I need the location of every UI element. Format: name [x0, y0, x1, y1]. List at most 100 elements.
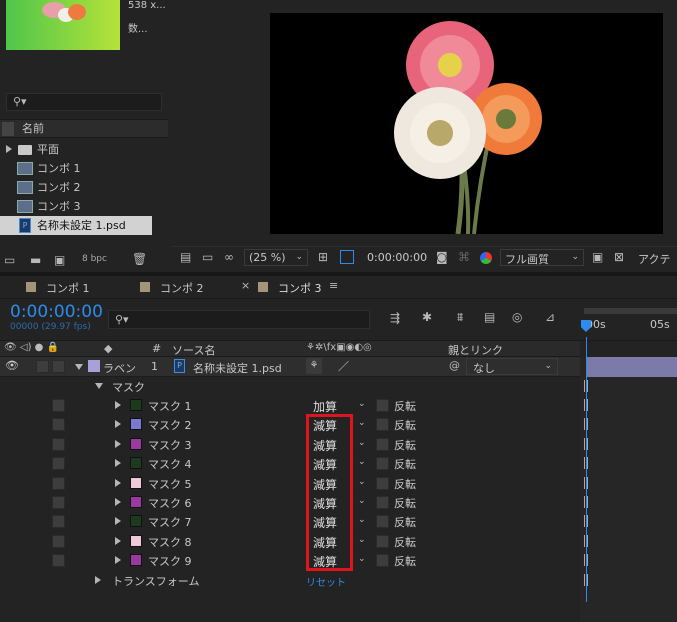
- quality-switch-icon[interactable]: ／: [338, 358, 349, 374]
- column-name[interactable]: 名前: [22, 119, 44, 138]
- column-parent-link[interactable]: 親とリンク: [448, 342, 503, 358]
- mask-lock-switch[interactable]: [52, 457, 65, 471]
- mask-name[interactable]: マスク 2: [148, 417, 192, 433]
- reset-link[interactable]: リセット: [306, 574, 346, 589]
- zoom-dropdown[interactable]: (25 %) ⌄: [244, 249, 308, 266]
- expand-icon[interactable]: [115, 536, 121, 545]
- mask-row[interactable]: マスク 4 減算 ⌄ 反転: [0, 454, 580, 473]
- preview-icon[interactable]: ▤: [180, 250, 191, 264]
- layer-duration-bar[interactable]: [586, 357, 677, 377]
- mask-lock-switch[interactable]: [52, 476, 65, 490]
- expand-icon[interactable]: [115, 439, 121, 448]
- column-source-name[interactable]: ソース名: [172, 342, 215, 358]
- mask-lock-switch[interactable]: [52, 554, 65, 568]
- monitor-icon[interactable]: ▭: [202, 250, 213, 264]
- mask-name[interactable]: マスク 1: [148, 398, 192, 414]
- mask-lock-switch[interactable]: [52, 437, 65, 451]
- mask-lock-switch[interactable]: [52, 496, 65, 509]
- mask-row[interactable]: マスク 2 減算 ⌄ 反転: [0, 415, 580, 434]
- graph-editor-icon[interactable]: ⊿: [545, 310, 555, 324]
- invert-checkbox[interactable]: [376, 534, 389, 548]
- mask-row[interactable]: マスク 9 減算 ⌄ 反転: [0, 551, 580, 570]
- project-item-comp2[interactable]: コンボ 2: [0, 178, 152, 197]
- mask-name[interactable]: マスク 6: [148, 495, 192, 511]
- mask-mode-dropdown[interactable]: 加算 ⌄: [308, 396, 370, 414]
- mask-color-swatch[interactable]: [130, 554, 142, 567]
- layer-name[interactable]: 名称未設定 1.psd: [193, 360, 282, 376]
- mask-color-swatch[interactable]: [130, 399, 142, 411]
- shy-layers-icon[interactable]: ⩩: [457, 310, 463, 325]
- layer-row[interactable]: 👁 ラベン 1 P 名称未設定 1.psd ⚘ ／ @ なし ⌄: [0, 357, 580, 377]
- mask-row[interactable]: マスク 3 減算 ⌄ 反転: [0, 435, 580, 454]
- label-column-icon[interactable]: ◆: [104, 342, 112, 355]
- mask-row[interactable]: マスク 7 減算 ⌄ 反転: [0, 512, 580, 531]
- mask-lock-switch[interactable]: [52, 534, 65, 548]
- viewer-timecode[interactable]: 0:00:00:00: [367, 251, 427, 264]
- expand-icon[interactable]: [115, 459, 121, 468]
- expand-icon[interactable]: [115, 498, 121, 506]
- new-folder-icon[interactable]: ▬: [30, 253, 41, 267]
- invert-checkbox[interactable]: [376, 515, 389, 529]
- mask-color-swatch[interactable]: [130, 496, 142, 508]
- mask-name[interactable]: マスク 8: [148, 534, 192, 550]
- mask-name[interactable]: マスク 4: [148, 456, 192, 472]
- invert-checkbox[interactable]: [376, 554, 389, 568]
- timeline-timecode[interactable]: 0:00:00:00: [10, 302, 103, 322]
- expand-icon[interactable]: [95, 383, 103, 389]
- invert-checkbox[interactable]: [376, 457, 389, 471]
- expand-icon[interactable]: [115, 420, 121, 429]
- invert-checkbox[interactable]: [376, 476, 389, 490]
- mask-row[interactable]: マスク 1 加算 ⌄ 反転: [0, 396, 580, 415]
- mask-name[interactable]: マスク 9: [148, 553, 192, 569]
- resolution-dropdown[interactable]: フル画質 ⌄: [500, 249, 584, 266]
- tab-comp3[interactable]: × コンポ 3 ≡: [238, 276, 348, 298]
- frame-blending-icon[interactable]: ▤: [484, 310, 495, 324]
- mask-color-swatch[interactable]: [130, 534, 142, 547]
- mask-color-swatch[interactable]: [130, 457, 142, 470]
- project-item-comp3[interactable]: コンボ 3: [0, 197, 152, 216]
- project-search-input[interactable]: ⚲▾: [6, 93, 162, 111]
- expand-icon[interactable]: [115, 401, 121, 409]
- invert-checkbox[interactable]: [376, 418, 389, 432]
- mask-name[interactable]: マスク 3: [148, 437, 192, 453]
- project-item-psd[interactable]: P 名称未設定 1.psd: [0, 216, 152, 235]
- mask-row[interactable]: マスク 6 減算 ⌄ 反転: [0, 493, 580, 512]
- link-icon[interactable]: ⌘: [458, 250, 470, 264]
- mask-color-swatch[interactable]: [130, 515, 142, 528]
- color-channel-icon[interactable]: [480, 252, 492, 264]
- transform-row[interactable]: トランスフォーム リセット: [0, 571, 580, 590]
- mask-lock-switch[interactable]: [52, 399, 65, 412]
- expand-icon[interactable]: [75, 364, 83, 370]
- bpc-button[interactable]: 8 bpc: [82, 254, 107, 264]
- project-item-folder[interactable]: 平面: [0, 140, 152, 159]
- mask-lock-switch[interactable]: [52, 418, 65, 432]
- expand-icon[interactable]: [115, 478, 121, 487]
- new-composition-icon[interactable]: ▣: [54, 253, 65, 267]
- fast-preview-icon[interactable]: ▣: [592, 250, 603, 264]
- mask-color-swatch[interactable]: [130, 418, 142, 431]
- timeline-search-input[interactable]: ⚲▾: [108, 310, 370, 329]
- mask-row[interactable]: マスク 8 減算 ⌄ 反転: [0, 532, 580, 551]
- mask-row[interactable]: マスク 5 減算 ⌄ 反転: [0, 474, 580, 493]
- mask-name[interactable]: マスク 7: [148, 514, 192, 530]
- mask-name[interactable]: マスク 5: [148, 476, 192, 492]
- visibility-eye-icon[interactable]: 👁: [5, 359, 19, 372]
- close-icon[interactable]: ×: [241, 279, 250, 292]
- parent-dropdown[interactable]: なし ⌄: [466, 358, 558, 375]
- trash-icon[interactable]: 🗑: [132, 252, 147, 266]
- region-of-interest-icon[interactable]: [340, 250, 354, 264]
- column-hash[interactable]: #: [152, 342, 161, 355]
- expand-icon[interactable]: [6, 145, 12, 153]
- expand-icon[interactable]: [115, 517, 121, 526]
- camera-icon[interactable]: ◙: [436, 250, 448, 264]
- mask-color-swatch[interactable]: [130, 437, 142, 450]
- project-item-comp1[interactable]: コンボ 1: [0, 159, 152, 178]
- panel-menu-icon[interactable]: ≡: [329, 279, 338, 292]
- motion-blur-icon[interactable]: ◎: [512, 310, 522, 324]
- mask-group-row[interactable]: マスク: [0, 377, 580, 396]
- invert-checkbox[interactable]: [376, 399, 389, 412]
- time-ruler[interactable]: 00s 05s: [580, 300, 677, 340]
- invert-checkbox[interactable]: [376, 437, 389, 451]
- grid-icon[interactable]: ⊞: [318, 250, 328, 264]
- expand-icon[interactable]: [95, 576, 101, 584]
